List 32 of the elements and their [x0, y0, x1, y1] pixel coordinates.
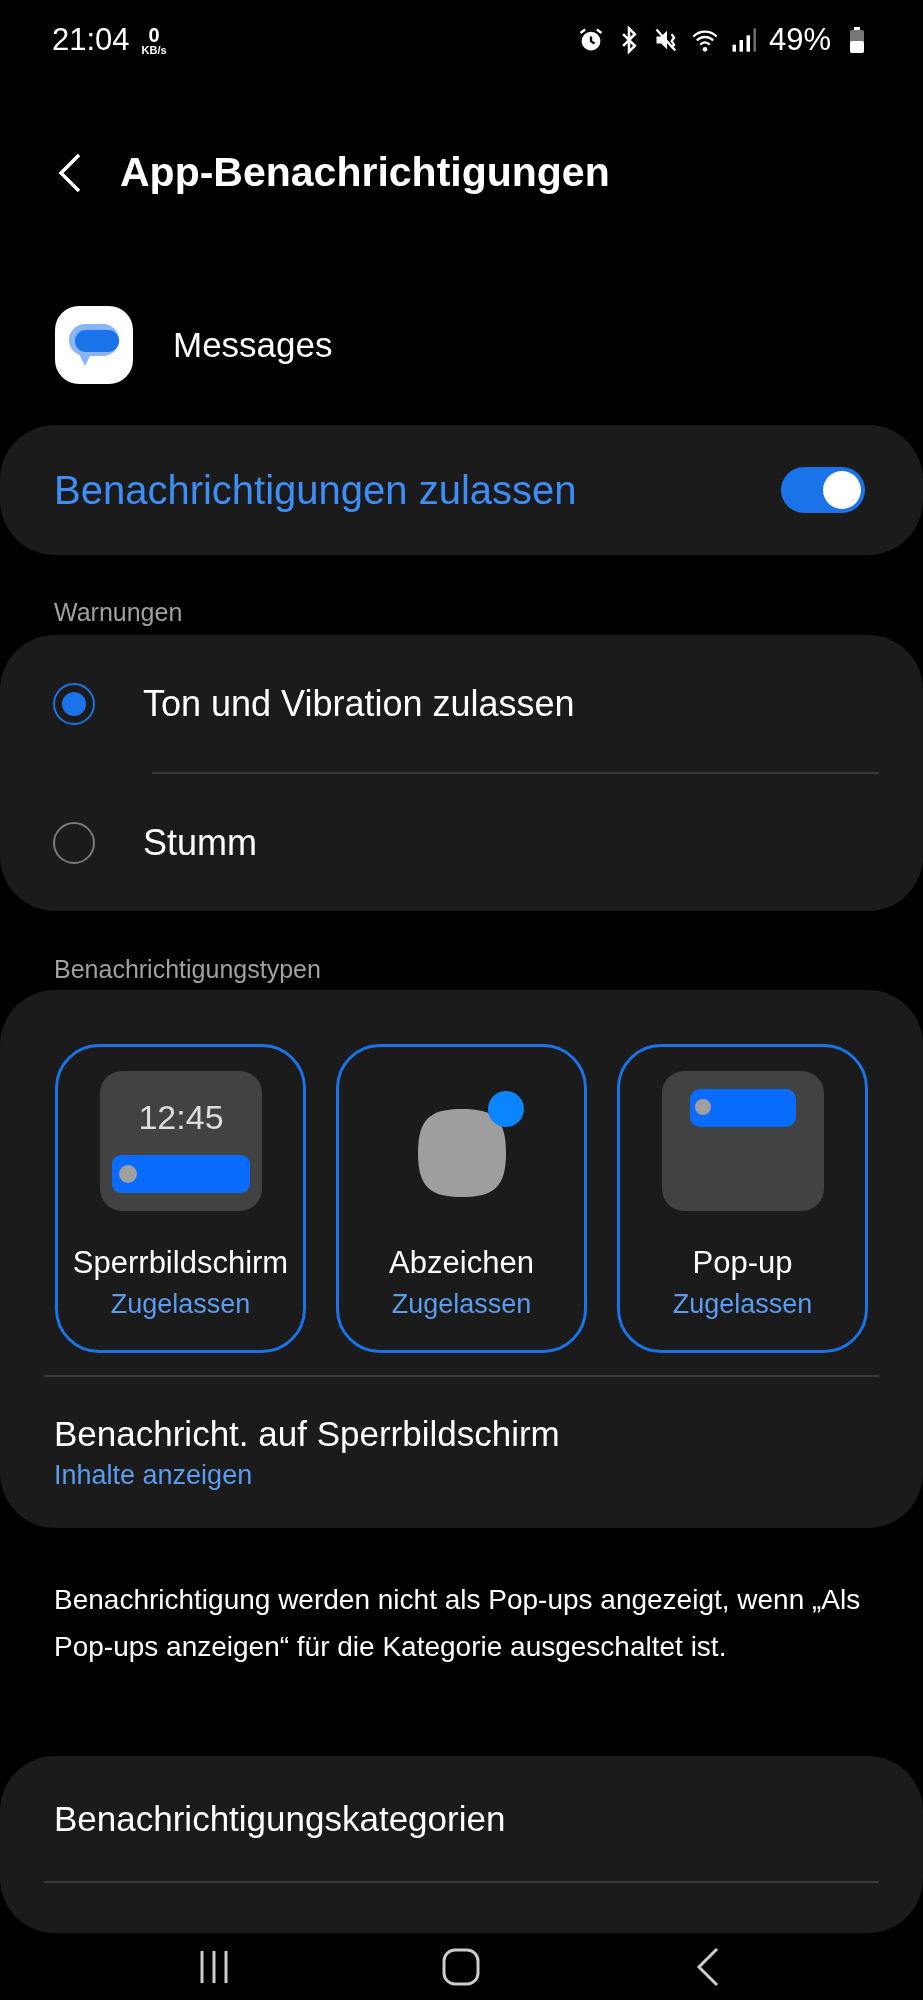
radio-button[interactable]: [53, 682, 95, 725]
notification-type-tile[interactable]: 12:45 Sperrbildschirm Zugelassen: [55, 1044, 306, 1353]
tile-status: Zugelassen: [391, 1289, 532, 1320]
app-name: Messages: [173, 325, 333, 365]
info-note: Benachrichtigung werden nicht als Pop-ups angezeigt, wenn „Als Pop-ups anzeigen“ für die Kategorie ausgeschaltet ist.: [53, 1583, 862, 1664]
clock-time: 21:04: [52, 22, 130, 58]
app-icon: [55, 306, 133, 384]
tile-label: Pop-up: [692, 1245, 793, 1281]
network-speed-value: 0: [148, 24, 160, 45]
home-icon[interactable]: [441, 1946, 482, 1987]
setting-title: Benachricht. auf Sperrbildschirm: [54, 1414, 561, 1454]
lock-screen-preview-icon: 12:45: [99, 1071, 262, 1211]
option-label: Stumm: [143, 821, 257, 864]
section-heading: Benachrichtigungstypen: [53, 955, 321, 984]
screen-title: App-Benachrichtigungen: [120, 149, 610, 196]
battery-percentage: 49%: [768, 22, 831, 58]
option-label: Ton und Vibration zulassen: [143, 682, 575, 725]
notification-type-tile[interactable]: Abzeichen Zugelassen: [336, 1044, 587, 1353]
popup-preview-icon: [661, 1071, 824, 1211]
section-heading: Warnungen: [53, 598, 183, 627]
setting-value: Inhalte anzeigen: [54, 1460, 254, 1491]
toggle-switch[interactable]: [781, 467, 865, 513]
notification-type-tile[interactable]: Pop-up Zugelassen: [617, 1044, 868, 1353]
tile-status: Zugelassen: [110, 1289, 251, 1320]
network-speed-unit: KB/s: [141, 44, 167, 56]
menu-item[interactable]: Benachrichtigungskategorien: [0, 1756, 923, 1881]
tile-status: Zugelassen: [672, 1289, 813, 1320]
tile-label: Sperrbildschirm: [72, 1245, 289, 1281]
radio-button[interactable]: [53, 821, 95, 864]
back-icon[interactable]: [58, 151, 82, 194]
tile-label: Abzeichen: [389, 1245, 534, 1281]
setting-label: Benachrichtigungen zulassen: [54, 467, 577, 513]
